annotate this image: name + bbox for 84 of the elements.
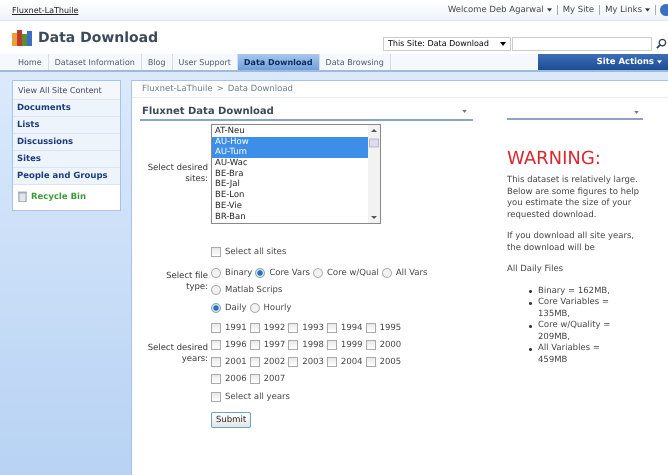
list-option[interactable]: BE-Bra bbox=[212, 168, 368, 180]
year-checkbox[interactable]: 2003 bbox=[288, 356, 324, 368]
file-type-radio[interactable]: Binary bbox=[211, 267, 252, 279]
list-option[interactable]: BR-Ban bbox=[212, 212, 368, 222]
bullet-icon bbox=[529, 348, 532, 350]
sizes-heading: All Daily Files bbox=[507, 264, 564, 276]
year-checkbox[interactable]: 1999 bbox=[326, 339, 363, 351]
page-title: Data Download bbox=[38, 30, 158, 46]
year-checkbox[interactable]: 1995 bbox=[366, 322, 402, 334]
bullet-icon bbox=[529, 324, 532, 328]
year-checkbox[interactable]: 2004 bbox=[326, 356, 363, 368]
caret-icon bbox=[500, 42, 506, 46]
select-all-years-checkbox[interactable]: Select all years bbox=[211, 391, 290, 403]
quick-launch-item[interactable]: People and Groups bbox=[13, 168, 120, 185]
caret-icon bbox=[657, 60, 662, 64]
breadcrumb-link[interactable]: Fluxnet-LaThuile bbox=[142, 84, 213, 94]
recycle-bin-icon bbox=[18, 191, 27, 202]
nav-tab[interactable]: Dataset Information bbox=[48, 54, 142, 70]
sites-listbox[interactable]: AT-Neu AU-How AU-Tum AU-Wac BE-Bra BE-Jal BE-Lon BE-Vie BR-Ban bbox=[211, 124, 381, 224]
nav-tab[interactable]: Home bbox=[12, 54, 49, 70]
year-checkbox[interactable]: 1992 bbox=[250, 322, 286, 334]
scrollbar-drawing[interactable] bbox=[368, 125, 380, 223]
quick-launch-item[interactable]: Sites bbox=[13, 151, 120, 168]
period-radio[interactable]: Daily bbox=[211, 302, 247, 314]
list-option[interactable]: AU-Wac bbox=[212, 158, 368, 169]
year-checkbox[interactable]: 1991 bbox=[211, 322, 247, 334]
warning-text: If you download all site years, the download will be bbox=[507, 231, 636, 254]
scope-dropdown[interactable]: This Site: Data Download bbox=[383, 36, 511, 50]
caret-icon bbox=[546, 8, 552, 12]
size-item: Binary = 162MB, bbox=[538, 286, 611, 297]
web-part-title: Fluxnet Data Download bbox=[142, 106, 274, 117]
view-all-link[interactable]: View All Site Content bbox=[13, 81, 120, 100]
warning-heading: WARNING: bbox=[507, 148, 602, 169]
bullet-icon bbox=[529, 290, 532, 293]
logo-icon bbox=[12, 28, 32, 46]
file-type-radio[interactable]: Matlab Scrips bbox=[211, 284, 282, 296]
field-label: Select desired sites: bbox=[146, 163, 208, 185]
list-option[interactable]: BE-Jal bbox=[212, 179, 368, 190]
site-actions-menu[interactable]: Site Actions bbox=[538, 54, 668, 70]
period-radio[interactable]: Hourly bbox=[250, 302, 292, 314]
file-type-radio[interactable]: Core Vars bbox=[255, 267, 310, 279]
field-label: Select desired years: bbox=[146, 342, 208, 364]
nav-tab[interactable]: Data Download bbox=[238, 54, 320, 70]
nav-tab[interactable]: Data Browsing bbox=[320, 54, 391, 70]
nav-tab[interactable]: Blog bbox=[142, 54, 172, 70]
my-links-menu[interactable]: My Links bbox=[599, 5, 655, 15]
year-checkbox[interactable]: 1996 bbox=[211, 339, 247, 351]
quick-launch-item[interactable]: Lists bbox=[13, 117, 120, 134]
file-type-radio[interactable]: Core w/Qual bbox=[313, 267, 379, 279]
year-checkbox[interactable]: 2000 bbox=[366, 339, 402, 351]
year-checkbox[interactable]: 2006 bbox=[211, 373, 247, 385]
year-checkbox[interactable]: 2005 bbox=[366, 356, 402, 368]
year-checkbox[interactable]: 1993 bbox=[288, 322, 324, 334]
welcome-menu[interactable]: Welcome Deb Agarwal bbox=[442, 5, 557, 15]
warning-text: This dataset is relatively large. Below are some figures to help you estimate the size of your requested download. bbox=[507, 175, 639, 221]
breadcrumb-separator: > bbox=[216, 84, 224, 94]
quick-launch-item[interactable]: Documents bbox=[13, 100, 120, 117]
list-option[interactable]: BE-Lon bbox=[212, 190, 368, 201]
file-type-radio[interactable]: All Vars bbox=[382, 267, 428, 279]
caret-icon[interactable] bbox=[462, 110, 467, 113]
my-site-link[interactable]: My Site bbox=[556, 5, 600, 15]
breadcrumb-current: Data Download bbox=[228, 84, 293, 94]
year-checkbox[interactable]: 2001 bbox=[211, 356, 247, 368]
list-option[interactable]: BE-Vie bbox=[212, 200, 368, 212]
caret-icon bbox=[645, 8, 650, 12]
bullet-icon bbox=[529, 302, 532, 304]
recycle-bin-link[interactable]: Recycle Bin bbox=[13, 185, 120, 210]
field-label: Select file type: bbox=[165, 270, 208, 292]
year-checkbox[interactable]: 1998 bbox=[288, 339, 324, 351]
submit-button[interactable]: Submit bbox=[211, 412, 252, 428]
size-item: Core Variables = 135MB, bbox=[538, 297, 610, 320]
list-option[interactable]: AT-Neu bbox=[212, 126, 368, 137]
select-all-sites-checkbox[interactable]: Select all sites bbox=[211, 246, 286, 258]
size-item: All Variables = 459MB bbox=[538, 343, 601, 366]
search-icon[interactable] bbox=[656, 38, 667, 49]
quick-launch-item[interactable]: Discussions bbox=[13, 134, 120, 151]
year-checkbox[interactable]: 2002 bbox=[250, 356, 286, 368]
search-field[interactable] bbox=[512, 36, 652, 50]
site-link[interactable]: Fluxnet-LaThuile bbox=[12, 6, 78, 14]
year-checkbox[interactable]: 2007 bbox=[250, 373, 286, 385]
year-checkbox[interactable]: 1994 bbox=[326, 322, 363, 334]
caret-icon[interactable] bbox=[634, 110, 639, 114]
year-checkbox[interactable]: 1997 bbox=[250, 339, 286, 351]
size-item: Core w/Quality = 209MB, bbox=[538, 320, 612, 343]
